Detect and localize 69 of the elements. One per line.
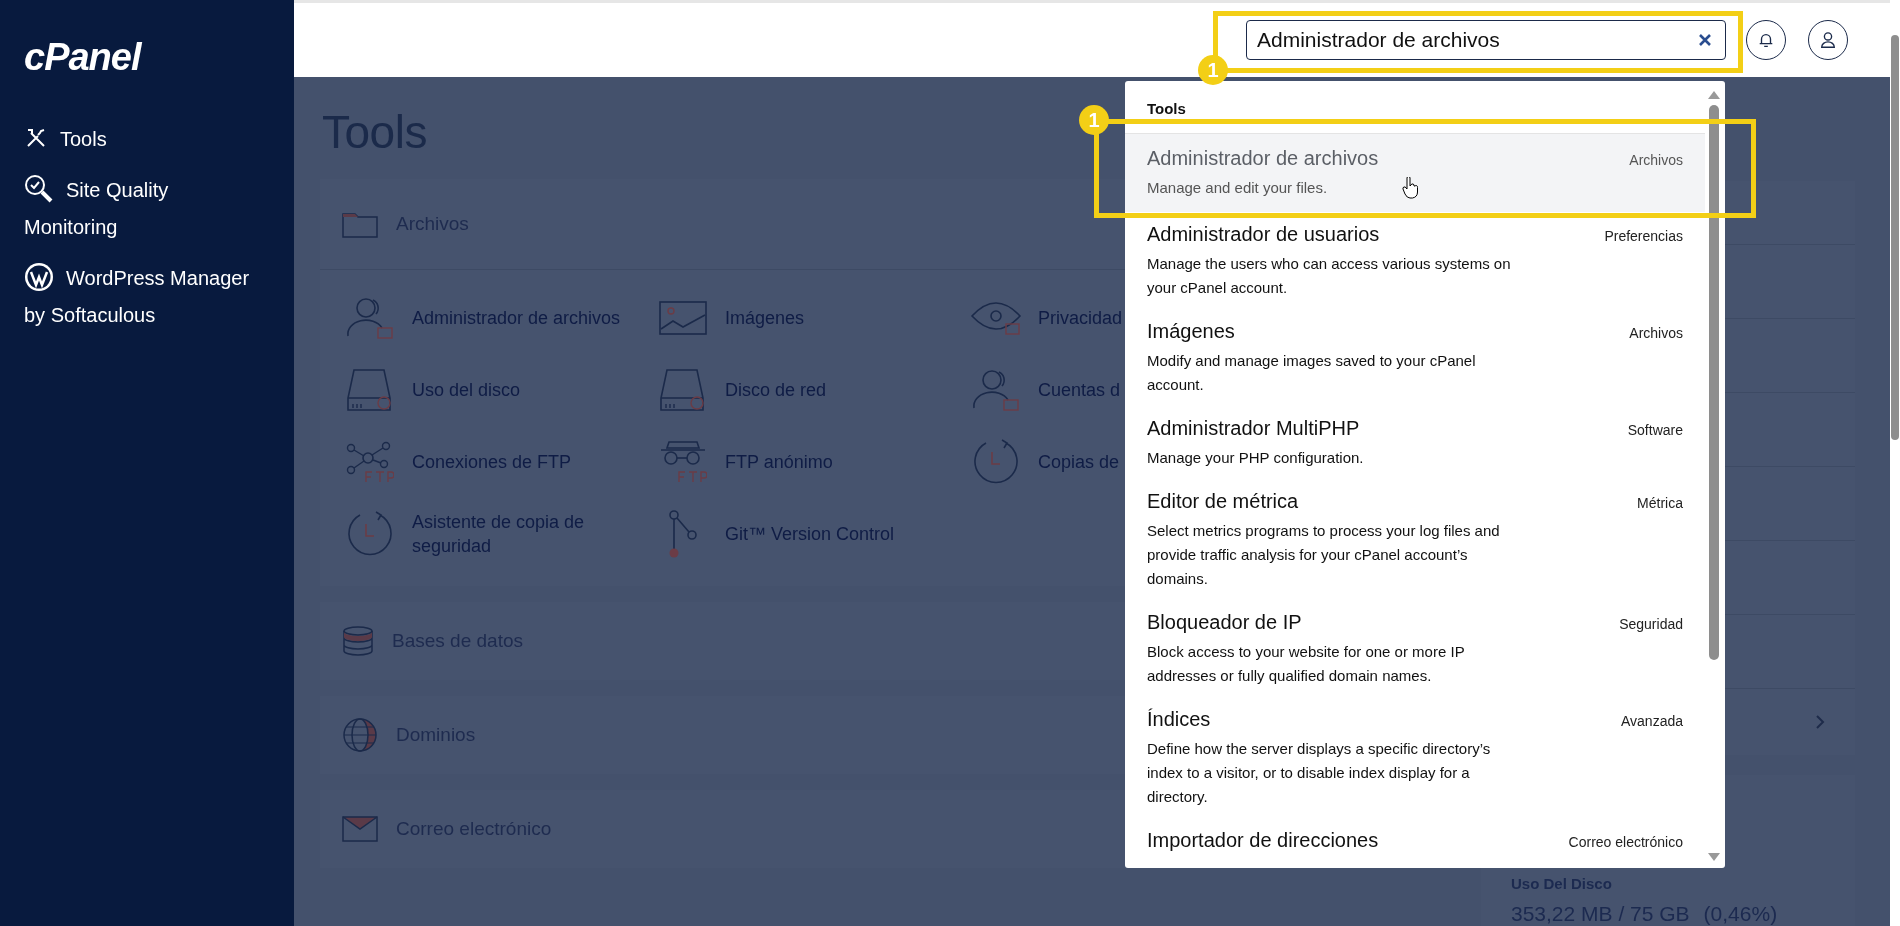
- result-title: Administrador de archivos: [1147, 146, 1379, 170]
- search-result[interactable]: Administrador de usuarios Preferencias Manage the users who can access various systems on your cPanel account.: [1125, 212, 1705, 309]
- user-folder-icon: [346, 296, 394, 340]
- result-title: Imágenes: [1147, 319, 1235, 343]
- globe-icon: [342, 717, 378, 753]
- search-result[interactable]: Imágenes Archivos Modify and manage images saved to your cPanel account.: [1125, 309, 1705, 406]
- tool-link[interactable]: Administrador de archivos: [342, 292, 655, 344]
- result-title: Administrador MultiPHP: [1147, 416, 1360, 440]
- search-result[interactable]: Editor de métrica Métrica Select metrics programs to process your log files and provide traffic analysis for your cPanel account’s domains.: [1125, 479, 1705, 600]
- bell-icon: [1757, 31, 1775, 49]
- result-category: Seguridad: [1619, 616, 1683, 632]
- hard-drive-icon: [346, 368, 394, 412]
- network-nodes-icon: [346, 440, 394, 484]
- pointer-cursor-icon: [1402, 177, 1418, 199]
- user-icon: [1819, 31, 1837, 49]
- image-icon: [659, 301, 707, 335]
- tool-link[interactable]: Git™ Version Control: [655, 508, 968, 560]
- sidebar-item[interactable]: Tools: [24, 121, 258, 158]
- search-result[interactable]: Administrador de archivos Archivos Manage and edit your files.: [1125, 134, 1705, 212]
- hard-drive-icon: [659, 368, 707, 412]
- result-description: Manage the users who can access various systems on your cPanel account.: [1147, 254, 1512, 298]
- notifications-button[interactable]: [1746, 20, 1786, 60]
- tool-link[interactable]: Imágenes: [655, 292, 968, 344]
- result-title: Índices: [1147, 707, 1211, 731]
- sidebar-item[interactable]: WordPress Manager by Softaculous: [24, 260, 258, 334]
- result-category: Métrica: [1637, 495, 1683, 511]
- result-description: Manage your PHP configuration.: [1147, 448, 1364, 468]
- search-result[interactable]: Índices Avanzada Define how the server displays a specific directory’s index to a visitor, or to disable index display for a directory.: [1125, 697, 1705, 818]
- eye-icon: [970, 300, 1022, 336]
- database-icon: [342, 626, 374, 656]
- clear-icon[interactable]: [1698, 33, 1712, 47]
- cpanel-logo[interactable]: cPanel: [24, 36, 258, 79]
- page-scrollbar[interactable]: [1890, 0, 1900, 926]
- result-category: Preferencias: [1604, 228, 1683, 244]
- clock-arrow-icon: [346, 510, 394, 558]
- result-description: Select metrics programs to process your log files and provide traffic analysis for your cPanel account’s domains.: [1147, 521, 1501, 589]
- user-folder-icon: [972, 368, 1020, 412]
- wordpress-icon: [24, 261, 54, 292]
- user-button[interactable]: [1808, 20, 1848, 60]
- search-result[interactable]: Importador de direcciones Correo electrónico: [1125, 818, 1705, 861]
- result-title: Administrador de usuarios: [1147, 222, 1380, 246]
- result-title: Bloqueador de IP: [1147, 610, 1302, 634]
- envelope-icon: [342, 816, 378, 842]
- result-title: Editor de métrica: [1147, 489, 1299, 513]
- folder-icon: [342, 210, 378, 238]
- magnifier-check-icon: [24, 173, 54, 204]
- scrollbar[interactable]: [1709, 91, 1719, 861]
- search-result[interactable]: Bloqueador de IP Seguridad Block access to your website for one or more IP addresses or fully qualified domain names.: [1125, 600, 1705, 697]
- sidebar-item[interactable]: Site Quality Monitoring: [24, 172, 258, 246]
- spy-glasses-icon: [659, 440, 707, 484]
- tool-link[interactable]: Disco de red: [655, 364, 968, 416]
- result-description: Modify and manage images saved to your cPanel account.: [1147, 351, 1477, 395]
- branch-icon: [668, 509, 698, 559]
- search-result[interactable]: Administrador MultiPHP Software Manage your PHP configuration.: [1125, 406, 1705, 479]
- search-field[interactable]: Administrador de archivos: [1246, 20, 1726, 60]
- tool-link[interactable]: Asistente de copia de seguridad: [342, 508, 655, 560]
- tool-link[interactable]: Uso del disco: [342, 364, 655, 416]
- result-category: Archivos: [1629, 325, 1683, 341]
- result-description: Manage and edit your files.: [1147, 178, 1328, 198]
- result-category: Software: [1627, 422, 1683, 438]
- result-title: Importador de direcciones: [1147, 828, 1379, 852]
- clock-arrow-icon: [972, 438, 1020, 486]
- result-description: Define how the server displays a specific directory’s index to a visitor, or to disable index display for a directory.: [1147, 739, 1492, 807]
- result-category: Correo electrónico: [1568, 834, 1683, 850]
- step-badge: 1: [1079, 105, 1109, 135]
- tool-link[interactable]: Conexiones de FTP: [342, 436, 655, 488]
- result-category: Archivos: [1629, 152, 1683, 168]
- result-description: Block access to your website for one or more IP addresses or fully qualified domain names.: [1147, 642, 1466, 686]
- result-category: Avanzada: [1621, 713, 1683, 729]
